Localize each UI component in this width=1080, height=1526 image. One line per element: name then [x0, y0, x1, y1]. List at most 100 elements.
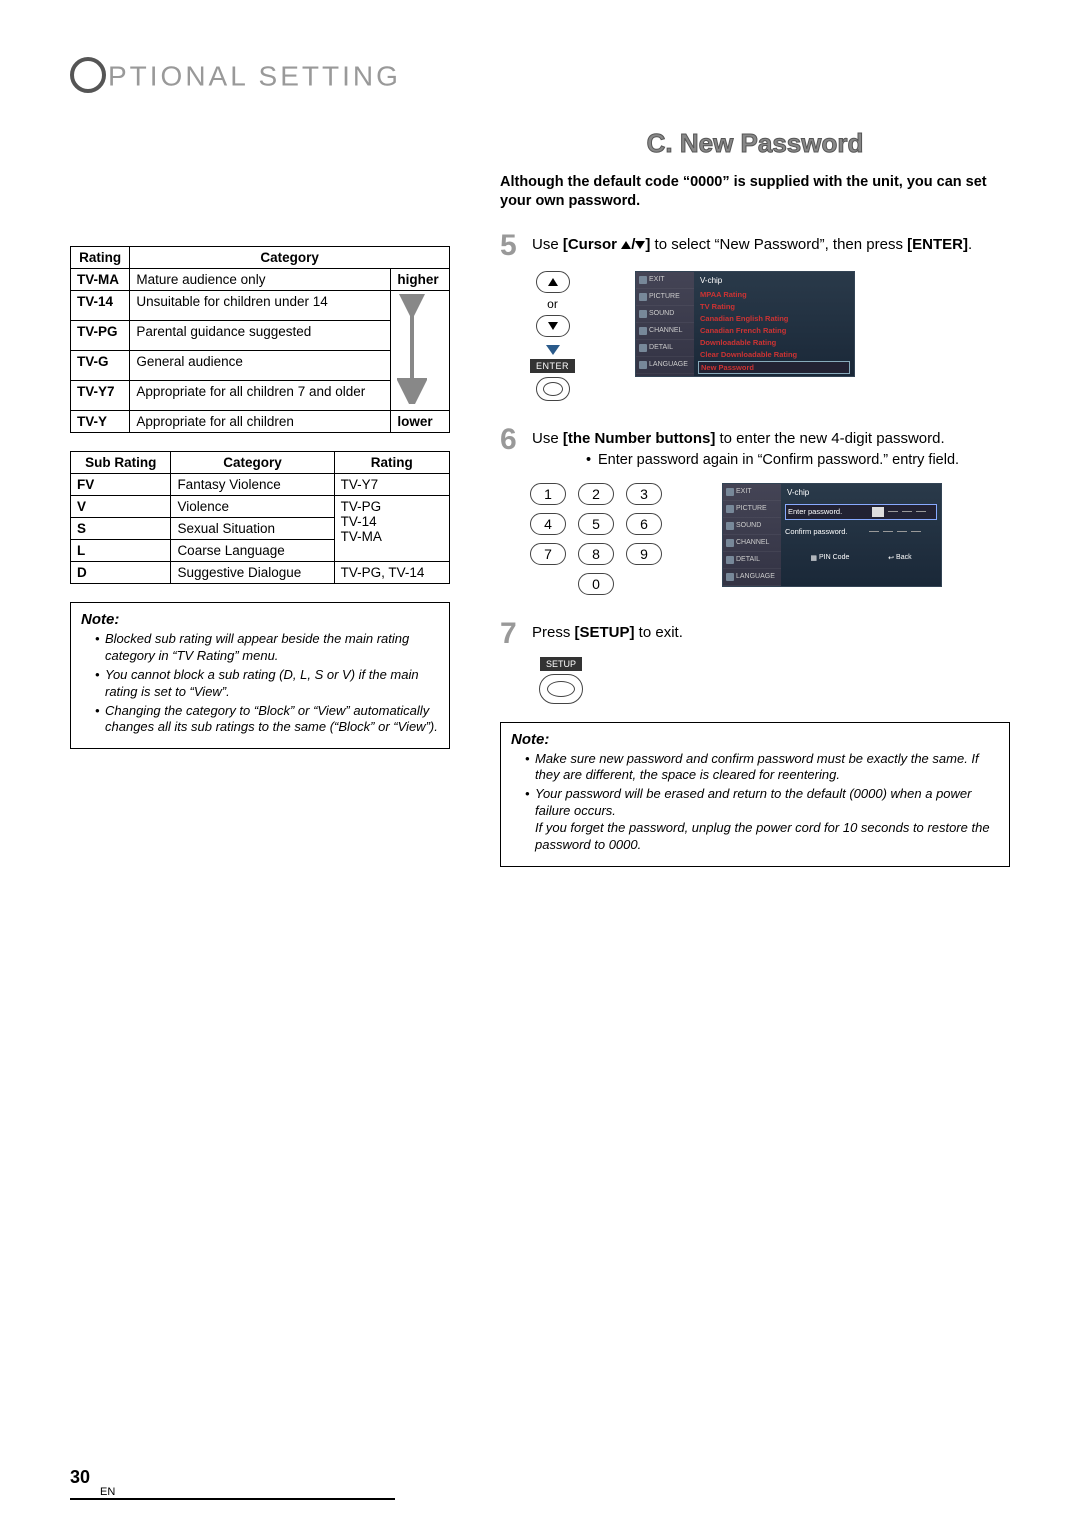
right-column: C. New Password Although the default cod… [500, 126, 1010, 867]
sr0: TV-Y7 [334, 474, 449, 496]
num-6-button[interactable]: 6 [626, 513, 662, 535]
osd2-channel: CHANNEL [723, 535, 781, 552]
s1: V [77, 499, 86, 514]
step-6-text: Use [the Number buttons] to enter the ne… [532, 425, 959, 473]
osd-picture: PICTURE [636, 289, 694, 306]
step-5-num: 5 [500, 231, 524, 261]
right-note-box: Note: Make sure new password and confirm… [500, 722, 1010, 867]
sth3: Rating [334, 452, 449, 474]
r3: TV-G [77, 354, 109, 369]
osd-sound: SOUND [636, 306, 694, 323]
osd-exit: EXIT [636, 272, 694, 289]
c2: Parental guidance suggested [130, 321, 391, 351]
osd-m1: TV Rating [698, 301, 850, 312]
cursor-down-button[interactable] [536, 315, 570, 337]
num-5-button[interactable]: 5 [578, 513, 614, 535]
page-lang: EN [100, 1486, 115, 1498]
osd-m4: Downloadable Rating [698, 337, 850, 348]
triangle-up-icon [548, 278, 558, 286]
rn-sub: If you forget the password, unplug the p… [535, 820, 999, 854]
c5: Appropriate for all children [130, 411, 391, 433]
osd-detail: DETAIL [636, 340, 694, 357]
sr4: TV-PG, TV-14 [334, 562, 449, 584]
s2: S [77, 521, 86, 536]
c0: Mature audience only [130, 269, 391, 291]
left-column: Rating Category TV-MA Mature audience on… [70, 126, 450, 867]
th-category: Category [130, 247, 450, 269]
setup-label: SETUP [540, 657, 582, 671]
num-9-button[interactable]: 9 [626, 543, 662, 565]
osd2-detail: DETAIL [723, 552, 781, 569]
sc1: Violence [171, 496, 334, 518]
two-column-layout: Rating Category TV-MA Mature audience on… [70, 126, 1010, 867]
confirm-pw-label: Confirm password. [785, 527, 865, 536]
cursor-up-button[interactable] [536, 271, 570, 293]
th-rating: Rating [71, 247, 130, 269]
sc0: Fantasy Violence [171, 474, 334, 496]
step5-illustration: or ENTER EXIT PICTURE SOUND CHANNEL DETA… [530, 271, 1010, 401]
back-hint: ↩ Back [888, 554, 911, 562]
osd-channel: CHANNEL [636, 323, 694, 340]
triangle-down-icon [548, 322, 558, 330]
c3: General audience [130, 351, 391, 381]
ln0: Blocked sub rating will appear beside th… [95, 631, 439, 665]
enter-button[interactable] [536, 377, 570, 401]
c4: Appropriate for all children 7 and older [130, 381, 391, 411]
arrow-lower: lower [391, 411, 450, 433]
enter-pw-label: Enter password. [788, 507, 868, 516]
osd-m3: Canadian French Rating [698, 325, 850, 336]
r4: TV-Y7 [77, 384, 115, 399]
num-1-button[interactable]: 1 [530, 483, 566, 505]
step6-illustration: 1 2 3 4 5 6 7 8 9 0 EXIT PICTURE SO [530, 483, 1010, 595]
setup-button-cluster: SETUP [536, 657, 586, 704]
sth2: Category [171, 452, 334, 474]
note-title: Note: [81, 611, 439, 628]
num-2-button[interactable]: 2 [578, 483, 614, 505]
osd-language: LANGUAGE [636, 357, 694, 374]
osd-password-entry: EXIT PICTURE SOUND CHANNEL DETAIL LANGUA… [722, 483, 942, 587]
osd2-language: LANGUAGE [723, 569, 781, 586]
s6-bullet: Enter password again in “Confirm passwor… [586, 451, 959, 471]
r5: TV-Y [77, 414, 107, 429]
intro-text: Although the default code “0000” is supp… [500, 173, 1010, 211]
setup-button[interactable] [539, 674, 583, 704]
cursor-remote-cluster: or ENTER [530, 271, 575, 401]
osd2-exit: EXIT [723, 484, 781, 501]
enter-label: ENTER [530, 359, 575, 373]
step-7: 7 Press [SETUP] to exit. [500, 619, 1010, 649]
osd-m5: Clear Downloadable Rating [698, 349, 850, 360]
num-4-button[interactable]: 4 [530, 513, 566, 535]
cursor-down-icon [635, 241, 645, 249]
s0: FV [77, 477, 94, 492]
pin-code-hint: ▦ PIN Code [810, 554, 849, 562]
num-3-button[interactable]: 3 [626, 483, 662, 505]
osd2-title: V-chip [785, 486, 937, 500]
osd-vchip-menu: EXIT PICTURE SOUND CHANNEL DETAIL LANGUA… [635, 271, 855, 377]
arrow-higher: higher [391, 269, 450, 291]
step-6-num: 6 [500, 425, 524, 473]
rnote-title: Note: [511, 731, 999, 748]
step-7-num: 7 [500, 619, 524, 649]
step-6: 6 Use [the Number buttons] to enter the … [500, 425, 1010, 473]
num-0-button[interactable]: 0 [578, 573, 614, 595]
sc3: Coarse Language [171, 540, 334, 562]
num-8-button[interactable]: 8 [578, 543, 614, 565]
step-5-text: Use [Cursor /] to select “New Password”,… [532, 231, 972, 261]
sc4: Suggestive Dialogue [171, 562, 334, 584]
s3: L [77, 543, 85, 558]
r1: TV-14 [77, 294, 113, 309]
pw-box-1 [872, 507, 884, 517]
s4: D [77, 565, 87, 580]
osd-m0: MPAA Rating [698, 289, 850, 300]
ln2: Changing the category to “Block” or “Vie… [95, 703, 439, 737]
osd2-sound: SOUND [723, 518, 781, 535]
osd-m6-selected: New Password [698, 361, 850, 374]
num-7-button[interactable]: 7 [530, 543, 566, 565]
sth1: Sub Rating [71, 452, 171, 474]
osd-m2: Canadian English Rating [698, 313, 850, 324]
ln1: You cannot block a sub rating (D, L, S o… [95, 667, 439, 701]
section-prefix: C. [647, 128, 673, 158]
or-label: or [547, 297, 558, 311]
header-o-icon [70, 57, 106, 93]
vertical-arrow-icon [397, 294, 427, 404]
